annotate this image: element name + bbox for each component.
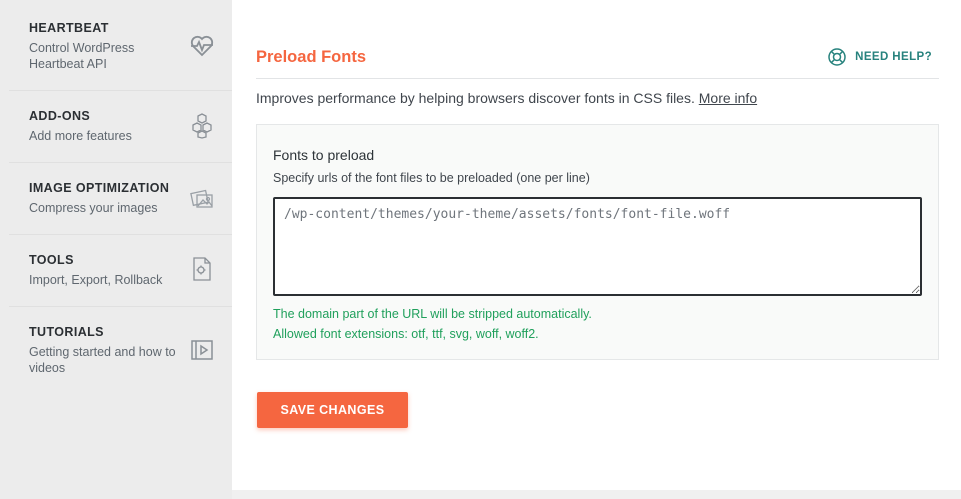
field-label: Fonts to preload: [273, 147, 375, 163]
cubes-icon: [192, 113, 212, 139]
sidebar-item-desc: Control WordPress Heartbeat API: [29, 41, 135, 71]
sidebar-item-add-ons[interactable]: ADD-ONS Add more features: [9, 91, 232, 163]
sidebar-item-tools[interactable]: TOOLS Import, Export, Rollback: [9, 235, 232, 307]
sidebar-item-title: TOOLS: [29, 253, 74, 267]
sidebar-item-desc: Getting started and how to videos: [29, 345, 176, 375]
sidebar-item-tutorials[interactable]: TUTORIALS Getting started and how to vid…: [9, 307, 232, 399]
need-help-link[interactable]: NEED HELP?: [827, 47, 932, 67]
need-help-label: NEED HELP?: [855, 51, 932, 63]
field-description: Specify urls of the font files to be pre…: [273, 171, 590, 185]
sidebar-item-title: TUTORIALS: [29, 325, 104, 339]
divider: [256, 78, 939, 79]
field-note-domain: The domain part of the URL will be strip…: [273, 307, 592, 321]
sidebar-item-desc: Compress your images: [29, 201, 158, 215]
save-changes-button[interactable]: SAVE CHANGES: [257, 392, 408, 428]
heartbeat-icon: [190, 35, 214, 57]
lifebuoy-icon: [828, 48, 846, 66]
intro-text: Improves performance by helping browsers…: [256, 90, 695, 106]
field-note-extensions: Allowed font extensions: otf, ttf, svg, …: [273, 327, 539, 341]
video-icon: [191, 340, 213, 360]
file-gear-icon: [193, 257, 211, 281]
sidebar-item-title: ADD-ONS: [29, 109, 91, 123]
sidebar-item-title: IMAGE OPTIMIZATION: [29, 181, 170, 195]
section-title: Preload Fonts: [256, 48, 367, 66]
sidebar-item-desc: Add more features: [29, 129, 132, 143]
sidebar-item-title: HEARTBEAT: [29, 21, 109, 35]
images-icon: [190, 189, 213, 208]
more-info-link[interactable]: More info: [699, 90, 757, 106]
sidebar-item-heartbeat[interactable]: HEARTBEAT Control WordPress Heartbeat AP…: [9, 0, 232, 91]
sidebar-item-desc: Import, Export, Rollback: [29, 273, 163, 287]
section-intro: Improves performance by helping browsers…: [256, 90, 757, 106]
sidebar: HEARTBEAT Control WordPress Heartbeat AP…: [0, 0, 232, 499]
main-content: Preload Fonts NEED HELP? Improves perfor…: [232, 0, 961, 490]
fonts-preload-panel: Fonts to preload Specify urls of the fon…: [256, 124, 939, 360]
fonts-preload-textarea[interactable]: [273, 197, 922, 296]
sidebar-item-image-optimization[interactable]: IMAGE OPTIMIZATION Compress your images: [9, 163, 232, 235]
